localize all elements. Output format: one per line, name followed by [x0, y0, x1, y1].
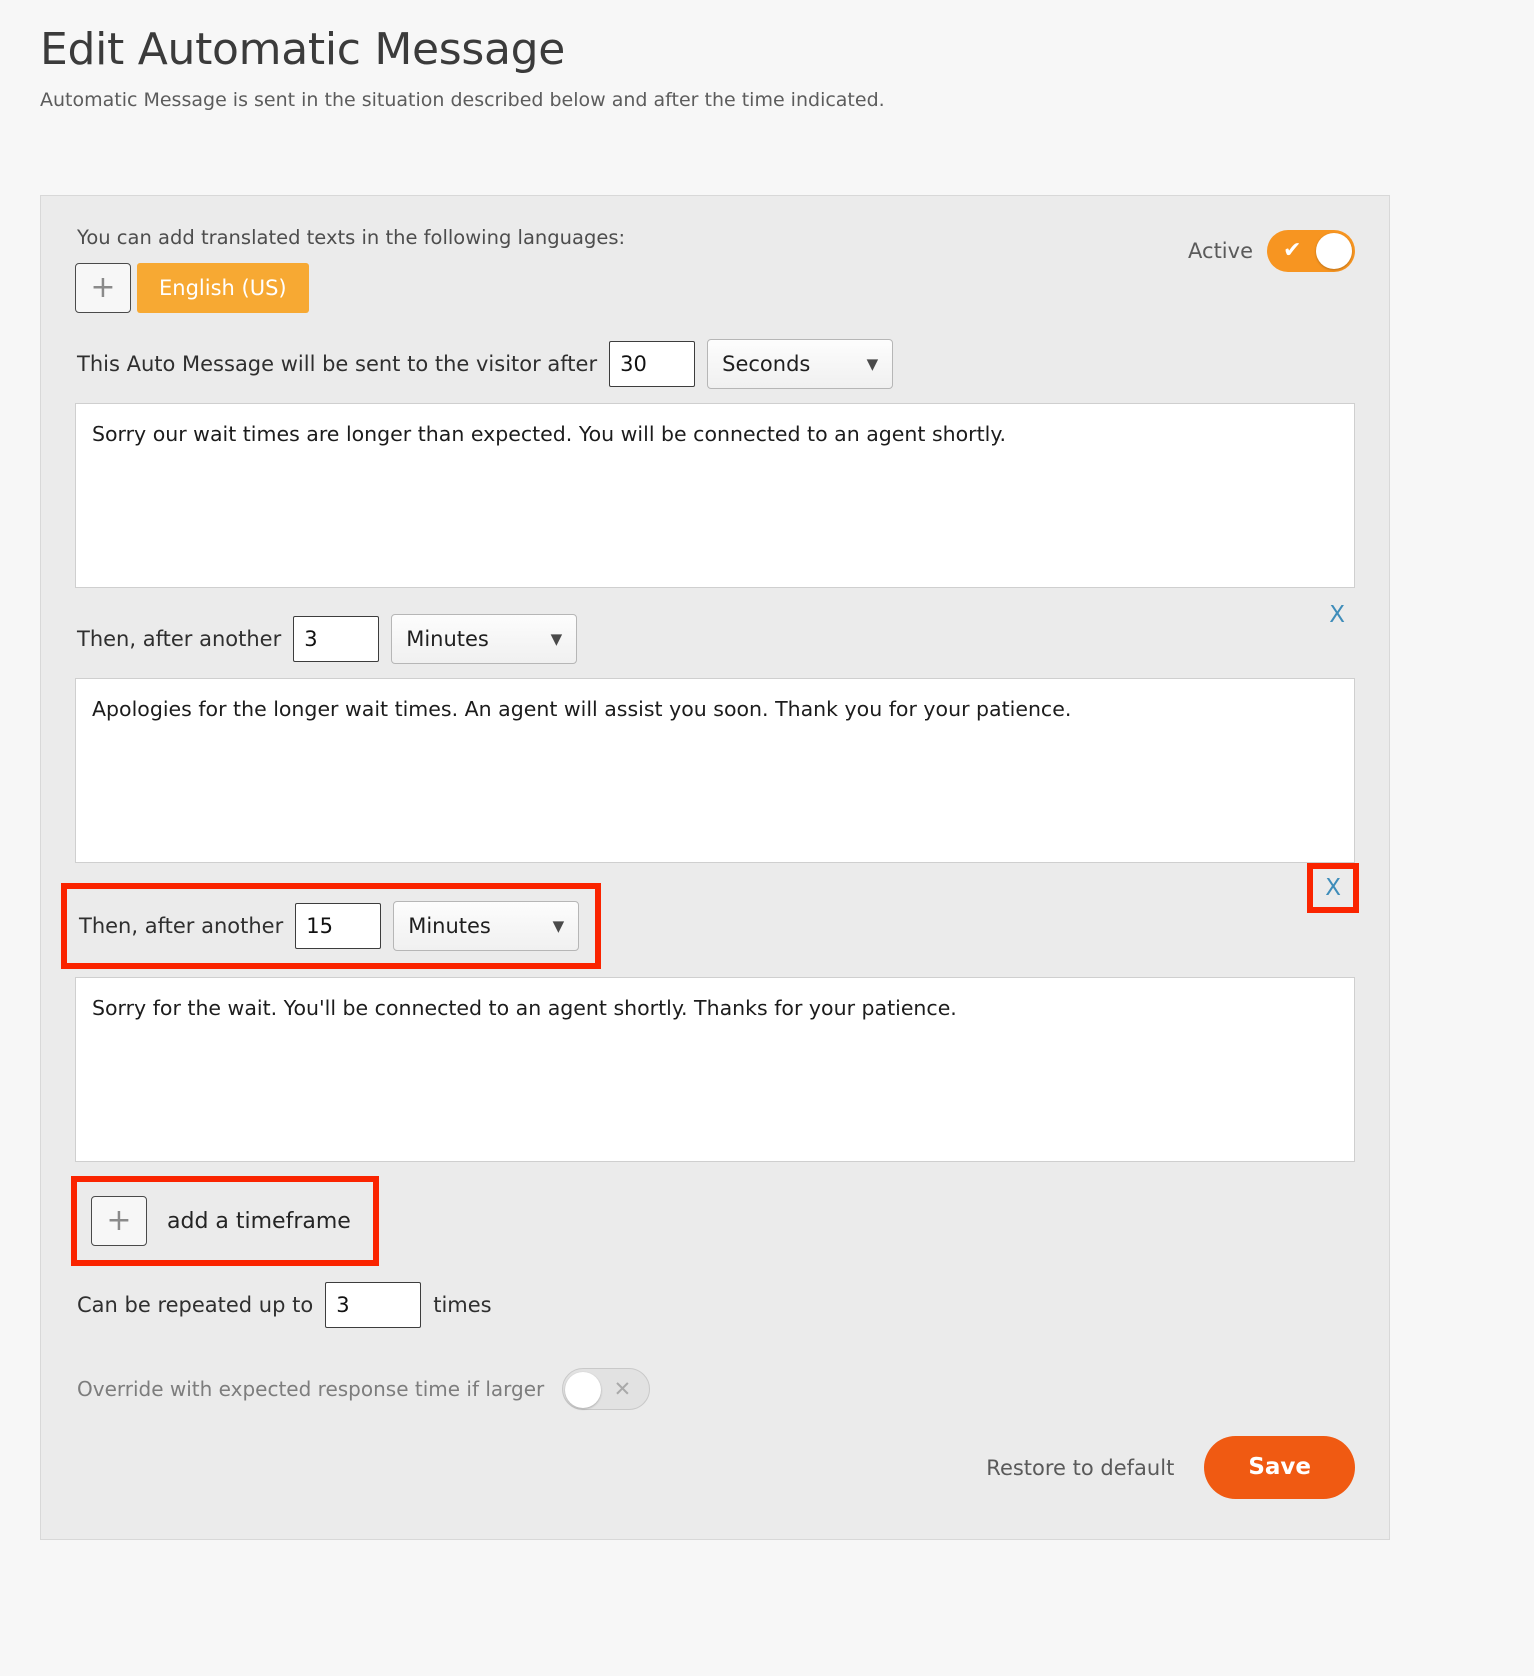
override-toggle[interactable]: ✕ — [562, 1368, 651, 1410]
active-label: Active — [1188, 239, 1253, 263]
page-root: Edit Automatic Message Automatic Message… — [0, 0, 1534, 1540]
delete-timeframe-3[interactable]: X — [1307, 863, 1359, 913]
timeframe-unit-select-2[interactable]: Minutes ▼ — [391, 614, 578, 664]
add-timeframe-label: add a timeframe — [167, 1208, 351, 1234]
chevron-down-icon: ▼ — [866, 355, 879, 373]
toggle-knob — [1316, 233, 1352, 269]
language-note: You can add translated texts in the foll… — [77, 226, 626, 249]
timeframe-message-1[interactable] — [75, 403, 1355, 588]
timeframe-label-1: This Auto Message will be sent to the vi… — [77, 352, 598, 376]
toggle-knob — [565, 1372, 602, 1408]
timeframe-row-3: Then, after another Minutes ▼ — [60, 883, 602, 969]
add-timeframe-button[interactable]: + add a timeframe — [71, 1176, 379, 1266]
repeat-count-input[interactable] — [325, 1282, 422, 1328]
chevron-down-icon: ▼ — [552, 917, 565, 935]
language-chip-english-us[interactable]: English (US) — [137, 263, 309, 313]
timeframe-row-1: This Auto Message will be sent to the vi… — [77, 339, 1355, 389]
add-language-button[interactable]: + — [75, 263, 131, 313]
check-icon: ✔ — [1283, 238, 1302, 263]
chevron-down-icon: ▼ — [550, 630, 563, 648]
plus-icon: + — [90, 270, 116, 305]
timeframe-row-2: Then, after another Minutes ▼ — [77, 614, 1355, 664]
timeframe-value-input-2[interactable] — [293, 616, 380, 662]
repeat-row: Can be repeated up to times — [77, 1282, 1355, 1328]
language-chip-list: + English (US) — [75, 263, 1188, 313]
settings-card: You can add translated texts in the foll… — [40, 195, 1390, 1540]
language-chip-label: English (US) — [159, 276, 287, 300]
repeat-prefix-label: Can be repeated up to — [77, 1293, 314, 1317]
timeframe-label-3: Then, after another — [79, 914, 284, 938]
repeat-suffix-label: times — [433, 1293, 492, 1317]
plus-icon: + — [91, 1196, 147, 1246]
timeframe-unit-select-3[interactable]: Minutes ▼ — [393, 901, 580, 951]
delete-timeframe-2[interactable]: X — [1329, 602, 1345, 628]
timeframe-message-3[interactable] — [75, 977, 1355, 1162]
language-header: You can add translated texts in the foll… — [75, 226, 1355, 313]
save-button[interactable]: Save — [1204, 1436, 1355, 1499]
timeframe-value-input-3[interactable] — [295, 903, 382, 949]
timeframe-unit-select-1[interactable]: Seconds ▼ — [707, 339, 894, 389]
language-section: You can add translated texts in the foll… — [75, 226, 1188, 313]
override-label: Override with expected response time if … — [77, 1377, 545, 1401]
timeframe-label-2: Then, after another — [77, 627, 282, 651]
override-row: Override with expected response time if … — [77, 1368, 1355, 1410]
timeframe-unit-label-1: Seconds — [722, 352, 811, 376]
page-subtitle: Automatic Message is sent in the situati… — [40, 89, 885, 111]
restore-to-default-link[interactable]: Restore to default — [986, 1456, 1174, 1480]
timeframe-unit-label-2: Minutes — [406, 627, 489, 651]
active-toggle[interactable]: ✔ — [1267, 230, 1355, 272]
card-footer: Restore to default Save — [75, 1436, 1355, 1499]
page-title: Edit Automatic Message — [40, 24, 566, 75]
timeframe-value-input-1[interactable] — [609, 341, 696, 387]
active-toggle-group: Active ✔ — [1188, 226, 1355, 272]
timeframe-message-2[interactable] — [75, 678, 1355, 863]
close-icon: ✕ — [613, 1376, 632, 1401]
timeframe-unit-label-3: Minutes — [408, 914, 491, 938]
